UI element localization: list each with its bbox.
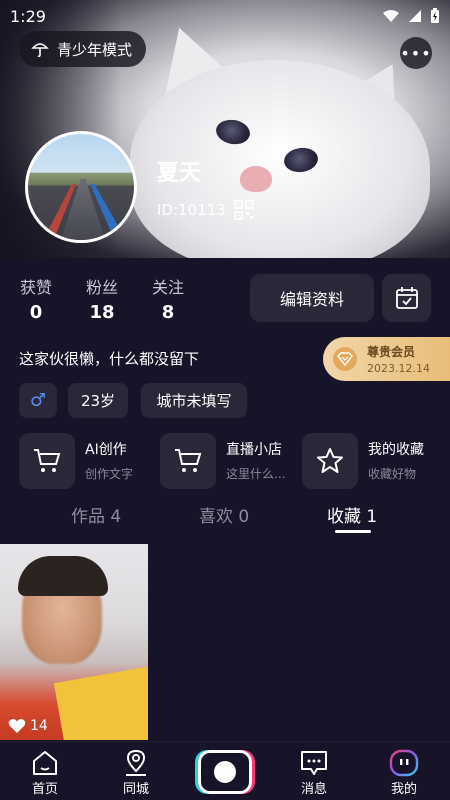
avatar-road <box>58 179 108 240</box>
stat-following[interactable]: 关注 8 <box>138 274 198 323</box>
teen-mode-label: 青少年模式 <box>57 40 133 59</box>
cover-cat-nose <box>240 166 272 192</box>
home-icon <box>15 748 75 778</box>
user-id: ID:10113 <box>157 200 254 220</box>
vip-badge[interactable]: 尊贵会员 2023.12.14 <box>323 337 450 381</box>
qr-code-icon[interactable] <box>233 200 254 220</box>
user-id-text: ID:10113 <box>157 201 226 219</box>
bio-text: 这家伙很懒，什么都没留下 <box>19 350 200 368</box>
nav-messages[interactable]: 消息 <box>284 748 344 797</box>
umbrella-icon <box>31 43 49 58</box>
feature-subtitle: 创作文字 <box>85 467 134 481</box>
male-icon: ♂ <box>29 390 47 411</box>
tab-works[interactable]: 作品 4 <box>71 502 121 527</box>
signal-icon <box>409 10 421 22</box>
camera-icon <box>214 761 236 783</box>
vip-title: 尊贵会员 <box>367 345 416 359</box>
feature-subtitle: 收藏好物 <box>368 467 417 481</box>
content-tabs: 作品 4 喜欢 0 收藏 1 <box>0 502 450 538</box>
likes-count: 14 <box>30 718 48 734</box>
more-icon: ••• <box>400 43 432 63</box>
location-icon <box>106 748 166 778</box>
tab-favorites[interactable]: 收藏 1 <box>327 502 377 527</box>
status-time: 1:29 <box>10 6 46 26</box>
gender-chip: ♂ <box>19 383 57 418</box>
avatar[interactable] <box>25 131 137 243</box>
thumbnail-shirt <box>53 665 148 740</box>
nav-nearby[interactable]: 同城 <box>106 748 166 797</box>
profile-icon <box>374 748 434 778</box>
username: 夏天 <box>157 161 202 186</box>
stat-fans[interactable]: 粉丝 18 <box>72 274 132 323</box>
stat-likes[interactable]: 获赞 0 <box>6 274 66 323</box>
cart-icon <box>19 432 75 489</box>
nav-label: 同城 <box>122 782 149 797</box>
calendar-check-icon <box>395 287 418 309</box>
feature-subtitle: 这里什么... <box>226 467 286 481</box>
diamond-icon <box>333 347 357 371</box>
stat-label: 获赞 <box>19 278 52 297</box>
status-bar: 1:29 <box>0 0 450 32</box>
more-options-button[interactable]: ••• <box>400 37 432 69</box>
profile-stats: 获赞 0 粉丝 18 关注 8 <box>0 274 240 324</box>
feature-ai-create[interactable]: AI创作 创作文字 <box>19 432 134 489</box>
stat-value: 8 <box>161 302 175 323</box>
feature-live-shop[interactable]: 直播小店 这里什么... <box>160 432 286 489</box>
bottom-navigation: 首页 同城 消息 我的 <box>0 741 450 800</box>
message-icon <box>284 748 344 778</box>
age-chip: 23岁 <box>68 383 128 418</box>
thumbnail-hair <box>18 556 108 596</box>
calendar-button[interactable] <box>382 274 431 322</box>
nav-home[interactable]: 首页 <box>15 748 75 797</box>
battery-icon <box>431 8 439 23</box>
nav-label: 首页 <box>31 782 58 797</box>
tab-active-indicator <box>335 530 371 533</box>
stat-value: 0 <box>29 302 43 323</box>
status-icons <box>382 8 440 24</box>
stat-label: 关注 <box>151 278 184 297</box>
tab-likes[interactable]: 喜欢 0 <box>199 502 249 527</box>
edit-profile-button[interactable]: 编辑资料 <box>250 274 374 322</box>
feature-title: AI创作 <box>85 442 127 458</box>
nav-label: 消息 <box>300 782 327 797</box>
cart-icon <box>160 432 216 489</box>
feature-favorites[interactable]: 我的收藏 收藏好物 <box>302 432 424 489</box>
teen-mode-button[interactable]: 青少年模式 <box>19 31 147 67</box>
favorite-video-thumbnail[interactable] <box>0 544 148 740</box>
star-icon <box>302 432 358 489</box>
wifi-icon <box>383 10 399 22</box>
stat-value: 18 <box>89 302 115 323</box>
nav-profile[interactable]: 我的 <box>374 748 434 797</box>
nav-label: 我的 <box>390 782 417 797</box>
camera-button[interactable] <box>198 750 252 794</box>
thumbnail-likes: 14 <box>8 718 48 734</box>
feature-title: 直播小店 <box>226 442 282 458</box>
stat-label: 粉丝 <box>85 278 118 297</box>
heart-icon <box>8 719 26 733</box>
vip-date: 2023.12.14 <box>367 362 430 375</box>
feature-title: 我的收藏 <box>368 442 424 458</box>
city-chip: 城市未填写 <box>141 383 247 418</box>
